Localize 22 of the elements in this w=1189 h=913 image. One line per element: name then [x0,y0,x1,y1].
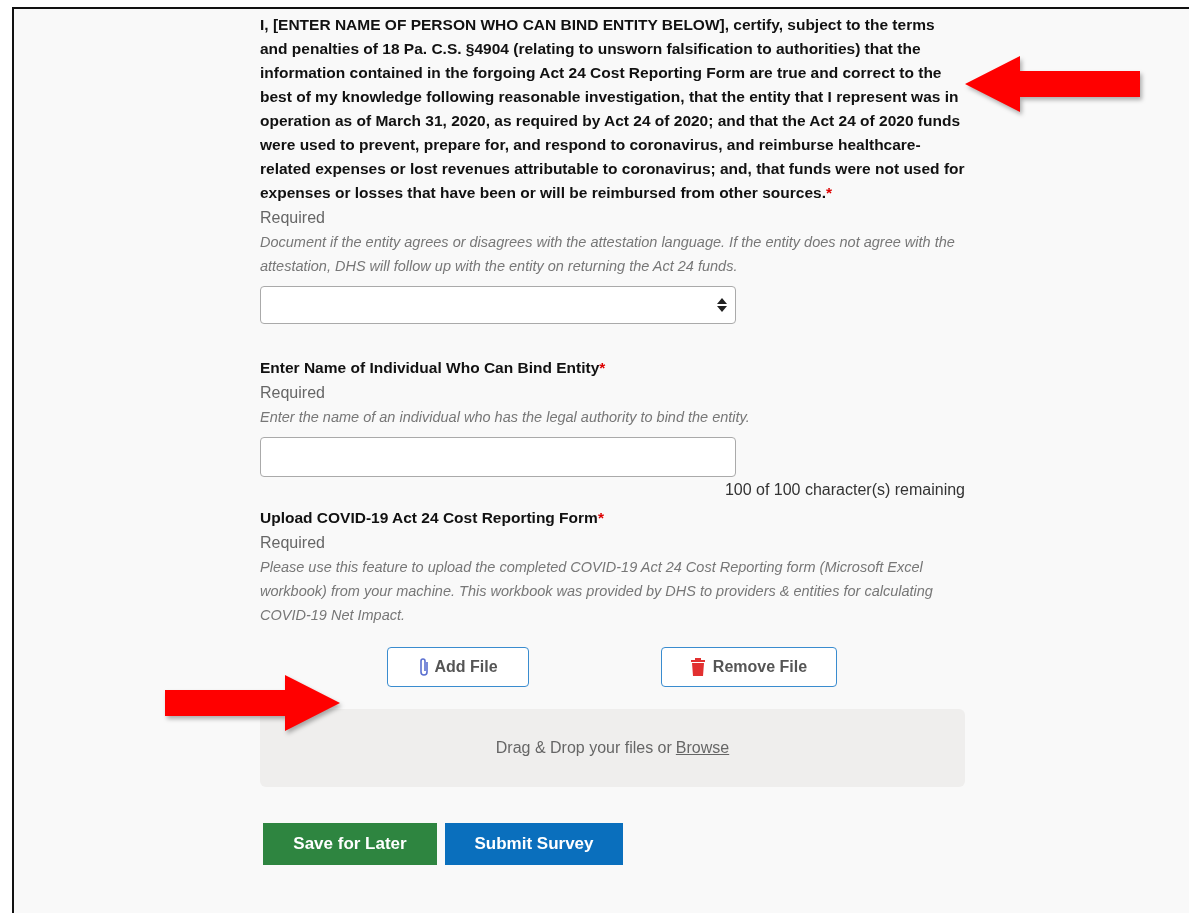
drop-zone[interactable]: Drag & Drop your files or Browse [260,709,965,787]
character-counter: 100 of 100 character(s) remaining [724,480,965,500]
paperclip-icon [418,656,431,678]
submit-button[interactable]: Submit Survey [445,823,623,865]
sort-caret-icon [717,298,727,312]
browse-link[interactable]: Browse [675,736,730,760]
help-text: Please use this feature to upload the completed COVID-19 Act 24 Cost Reporting form (Microsoft Excel workbook) from your machine. This workbook was provided by DHS to providers & entities for calculating COVID-19 Net Impact. [260,558,934,625]
question-label: Enter Name of Individual Who Can Bind Entity* [260,358,607,378]
save-button[interactable]: Save for Later [263,823,437,865]
required-text: Required [260,533,326,553]
help-text: Enter the name of an individual who has the legal authority to bind the entity. [260,408,751,427]
trash-icon [690,658,705,676]
drop-text: Drag & Drop your files or [495,738,672,758]
required-text: Required [260,383,326,403]
name-input-field[interactable] [260,437,736,477]
question-label: Upload COVID-19 Act 24 Cost Reporting Form* [260,508,605,528]
help-text: Document if the entity agrees or disagrees with the attestation language. If the entity does not agree with the attestation, DHS will follow up with the entity on returning the Act 24 funds. [260,233,956,276]
question-label: I, [ENTER NAME OF PERSON WHO CAN BIND ENTITY BELOW], certify, subject to the terms and penalties of 18 Pa. C.S. §4904 (relating to unsworn falsification to authorities) that the information contained in the forgoing Act 24 Cost Reporting Form are true and correct to the best of my knowledge following reasonable investigation, that the entity that I represent was in operation as of March 31, 2020, as required by Act 24 of 2020; and that the Act 24 of 2020 funds were used to prevent, prepare for, and respond to coronavirus, and reimburse healthcare-related expenses or lost revenues attributable to coronavirus; and, that funds were not used for expenses or losses that have been or will be reimbursed from other sources.* [260,15,965,203]
add-file-button[interactable]: Add File [387,647,529,687]
dropdown-select[interactable] [260,286,736,324]
required-text: Required [260,208,326,228]
remove-file-button[interactable]: Remove File [661,647,837,687]
